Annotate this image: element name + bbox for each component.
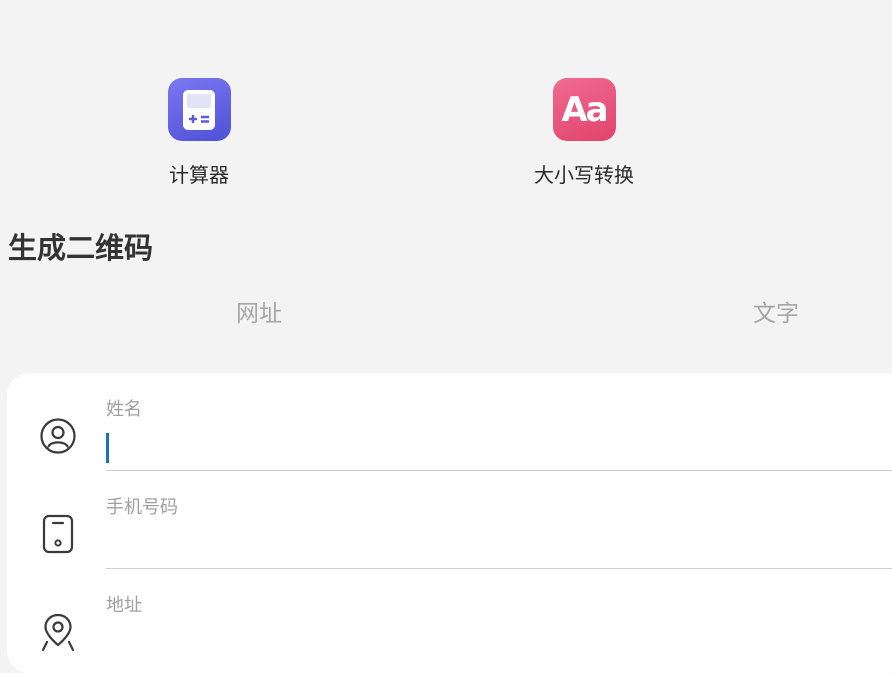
phone-field-label: 手机号码	[106, 497, 178, 518]
name-input[interactable]	[106, 427, 892, 463]
address-field-row: 地址	[7, 569, 892, 667]
app-label-calculator: 计算器	[169, 163, 229, 187]
phone-icon	[37, 513, 79, 555]
location-pin-icon	[37, 611, 79, 653]
app-tile-case-convert[interactable]: Aa 大小写转换	[504, 78, 664, 188]
name-field-row: 姓名	[7, 373, 892, 471]
address-input[interactable]	[106, 623, 892, 659]
tab-text[interactable]: 文字	[753, 297, 799, 331]
address-field-label: 地址	[106, 595, 142, 616]
case-convert-icon: Aa	[552, 78, 616, 141]
app-tile-calculator[interactable]: 计算器	[119, 78, 279, 188]
phone-field-row: 手机号码	[7, 471, 892, 569]
calculator-icon	[167, 78, 231, 141]
person-icon	[37, 415, 79, 457]
name-field-label: 姓名	[106, 399, 142, 420]
contact-form-card: 姓名 手机号码 地址	[7, 373, 892, 673]
text-caret	[106, 433, 109, 463]
tab-url[interactable]: 网址	[236, 297, 282, 331]
case-convert-icon-text: Aa	[561, 89, 608, 130]
app-label-case-convert: 大小写转换	[534, 163, 634, 187]
section-title: 生成二维码	[8, 231, 154, 265]
phone-input[interactable]	[106, 525, 892, 561]
